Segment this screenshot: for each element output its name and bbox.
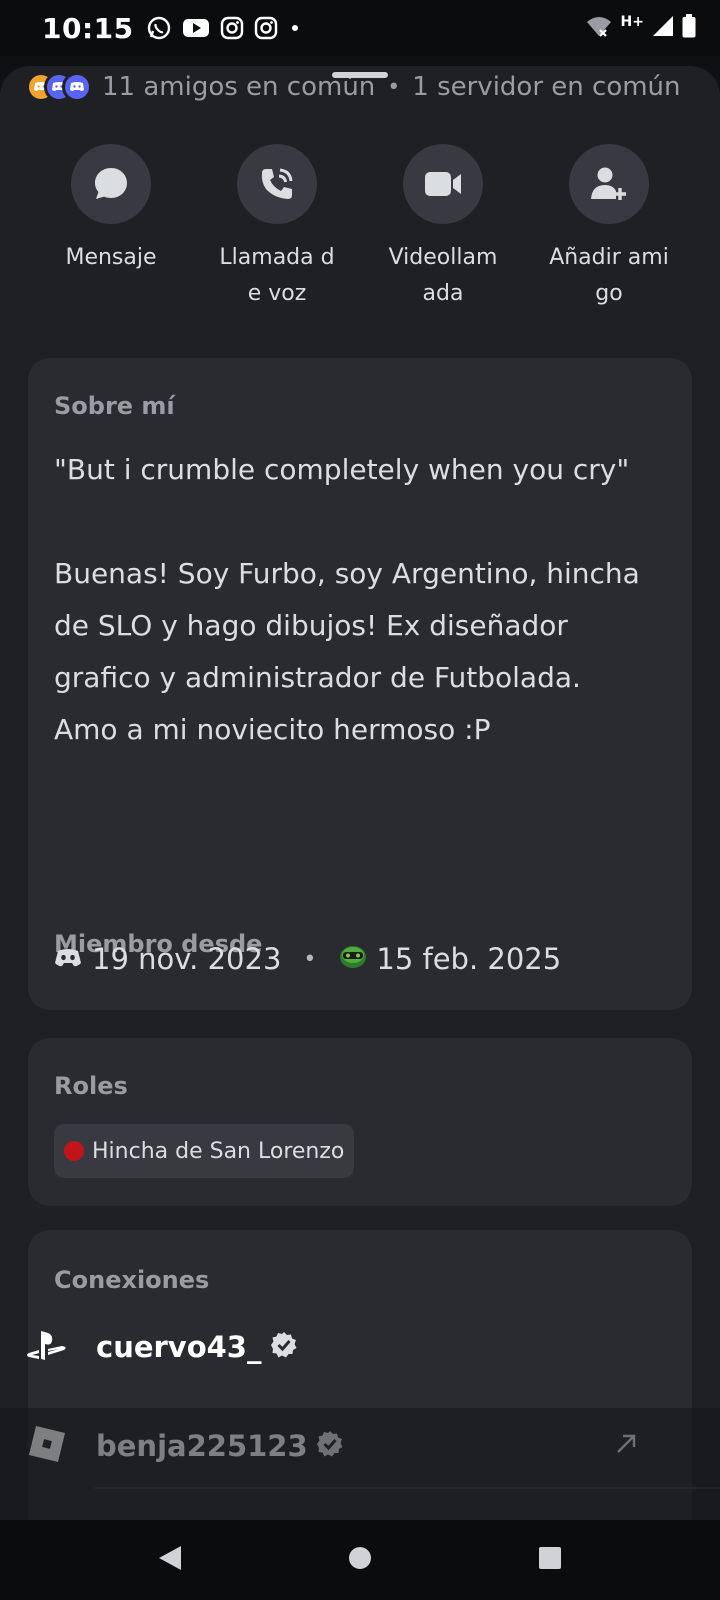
instagram-icon	[254, 16, 278, 40]
whatsapp-icon	[146, 15, 172, 41]
mutual-avatars	[26, 72, 92, 102]
system-nav-bar	[0, 1520, 720, 1600]
dot-icon	[288, 21, 302, 35]
battery-icon	[682, 14, 696, 42]
role-name: Hincha de San Lorenzo	[92, 1138, 345, 1164]
connection-username: cuervo43_	[96, 1330, 262, 1364]
roles-title: Roles	[54, 1072, 128, 1100]
voice-call-button[interactable]: Llamada de voz	[194, 144, 360, 312]
phone-call-icon[interactable]	[237, 144, 317, 224]
message-label: Mensaje	[65, 245, 157, 270]
server-member-date: 15 feb. 2025	[376, 942, 562, 976]
wifi-off-icon	[585, 14, 613, 42]
discord-member-date: 19 nov. 2023	[92, 942, 282, 976]
notification-icons	[146, 15, 302, 41]
recents-button[interactable]	[455, 1520, 645, 1600]
connection-row-playstation[interactable]: cuervo43_	[26, 1317, 638, 1377]
bottom-fade-overlay	[0, 1408, 720, 1520]
about-card: Sobre mí "But i crumble completely when …	[28, 358, 692, 1010]
role-chip[interactable]: Hincha de San Lorenzo	[54, 1124, 355, 1178]
back-triangle-icon[interactable]	[157, 1544, 183, 1576]
back-button[interactable]	[75, 1520, 265, 1600]
avatar	[62, 72, 92, 102]
signal-icon	[652, 15, 674, 41]
profile-sheet: 11 amigos en común • 1 servidor en común…	[0, 66, 720, 1520]
home-circle-icon[interactable]	[347, 1545, 373, 1575]
add-friend-icon[interactable]	[569, 144, 649, 224]
member-since-row: 19 nov. 2023 • 15 feb. 2025	[54, 942, 561, 976]
video-camera-icon[interactable]	[403, 144, 483, 224]
discord-icon	[54, 942, 82, 976]
message-button[interactable]: Mensaje	[28, 144, 194, 312]
role-color-dot	[64, 1141, 84, 1161]
drag-handle[interactable]	[332, 72, 388, 78]
server-icon[interactable]	[338, 942, 368, 976]
verified-icon	[270, 1331, 298, 1363]
status-time: 10:15	[42, 11, 134, 45]
home-button[interactable]	[265, 1520, 455, 1600]
add-friend-button[interactable]: Añadir amigo	[526, 144, 692, 312]
youtube-icon	[182, 17, 210, 39]
playstation-icon	[26, 1329, 68, 1365]
status-right: H+	[585, 14, 696, 42]
network-hplus-icon: H+	[620, 14, 644, 30]
video-call-button[interactable]: Videollamada	[360, 144, 526, 312]
about-title: Sobre mí	[54, 392, 175, 420]
bio-text: "But i crumble completely when you cry" …	[54, 453, 640, 746]
video-call-label: Videollamada	[388, 245, 498, 306]
instagram-icon	[220, 16, 244, 40]
voice-call-label: Llamada de voz	[219, 245, 335, 306]
recents-square-icon[interactable]	[538, 1546, 562, 1574]
separator-dot: •	[303, 946, 317, 972]
separator-dot: •	[387, 74, 401, 100]
add-friend-label: Añadir amigo	[549, 245, 669, 306]
connections-title: Conexiones	[54, 1266, 210, 1294]
roles-card: Roles Hincha de San Lorenzo	[28, 1038, 692, 1206]
message-icon[interactable]	[71, 144, 151, 224]
action-buttons: Mensaje Llamada de voz Videollamada Añad…	[28, 144, 692, 312]
status-bar: 10:15 H+	[0, 0, 720, 56]
mutual-servers-text[interactable]: 1 servidor en común	[412, 72, 680, 102]
